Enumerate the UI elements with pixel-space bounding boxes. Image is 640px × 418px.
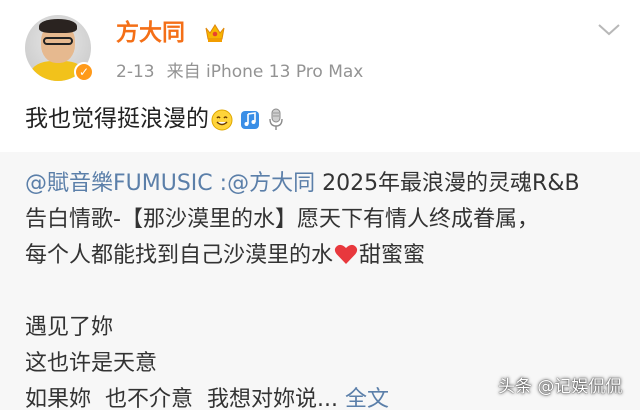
expand-full-text-link[interactable]: 全文 (345, 387, 389, 412)
avatar-hair (39, 19, 77, 33)
microphone-icon (268, 108, 283, 130)
inline-emoji-group (211, 104, 284, 136)
music-note-icon (241, 111, 260, 129)
post-text: 我也觉得挺浪漫的 (25, 103, 284, 136)
repost-line-6: 如果妳 也不介意 我想对妳说... 全文 (25, 382, 580, 418)
verified-badge-icon: ✓ (74, 62, 94, 82)
weibo-post: ✓ 方大同 2-13 来自 iPhone 13 Pro Max 我也觉得挺浪漫的 (0, 0, 640, 412)
repost-line-2: 告白情歌-【那沙漠里的水】愿天下有情人终成眷属， (25, 207, 539, 232)
repost-line-1-text: 2025年最浪漫的灵魂R&B (315, 171, 580, 196)
post-source: 来自 iPhone 13 Pro Max (166, 62, 364, 82)
repost-line-5: 这也许是天意 (25, 351, 158, 376)
repost-line-3-text-a: 每个人都能找到自己沙漠里的水 (25, 243, 334, 268)
mention-link[interactable]: @方大同 (227, 171, 315, 196)
repost-line-3-text-b: 甜蜜蜜 (359, 243, 426, 268)
repost-line-1: @賦音樂FUMUSIC :@方大同 2025年最浪漫的灵魂R&B (25, 166, 580, 202)
avatar-glasses (43, 37, 73, 45)
smile-emoji-icon (211, 109, 233, 131)
author-name[interactable]: 方大同 (116, 18, 185, 48)
chevron-down-icon[interactable] (596, 22, 622, 38)
heart-icon (334, 244, 358, 264)
mention-separator: : (212, 171, 228, 196)
mention-link[interactable]: @賦音樂FUMUSIC (25, 171, 213, 196)
post-meta: 2-13 来自 iPhone 13 Pro Max (116, 60, 363, 84)
repost-line-6-text: 如果妳 也不介意 我想对妳说... (25, 387, 345, 412)
watermark: 头条 @记娱侃侃 (498, 377, 623, 397)
crown-icon (205, 24, 225, 42)
repost-line-3: 每个人都能找到自己沙漠里的水 甜蜜蜜 (25, 238, 580, 274)
post-text-content: 我也觉得挺浪漫的 (25, 106, 209, 132)
repost-body: @賦音樂FUMUSIC :@方大同 2025年最浪漫的灵魂R&B 告白情歌-【那… (25, 166, 580, 418)
post-date: 2-13 (116, 62, 155, 82)
post-header: ✓ 方大同 2-13 来自 iPhone 13 Pro Max (0, 0, 640, 100)
repost-line-4: 遇见了妳 (25, 315, 114, 340)
